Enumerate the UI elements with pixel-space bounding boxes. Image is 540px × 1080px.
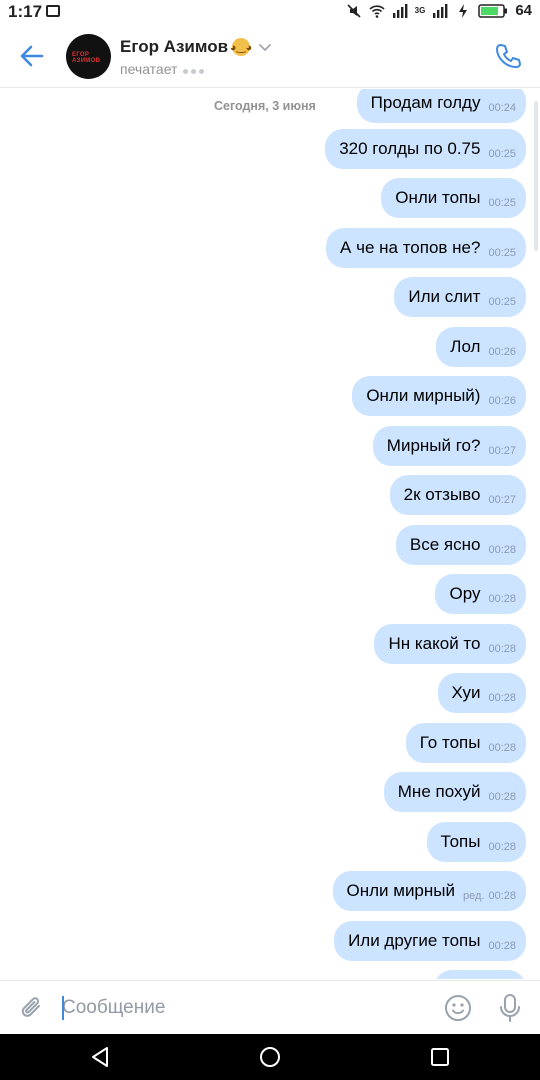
message-text: 320 голды по 0.75 [339, 139, 481, 158]
message-bubble[interactable]: Хуи 00:28 [437, 673, 526, 713]
smile-icon[interactable] [443, 993, 473, 1023]
mute-icon [347, 3, 361, 18]
signal-icon-2 [433, 3, 448, 18]
message-time: 00:28 [488, 742, 516, 754]
message-composer [0, 980, 540, 1034]
message-time: 00:28 [488, 890, 516, 902]
message-time: 00:24 [488, 102, 516, 114]
message-time: 00:25 [488, 296, 516, 308]
nav-home-icon[interactable] [258, 1045, 282, 1069]
message-text: Ору [449, 584, 481, 603]
message-bubble[interactable]: Онли топы 00:25 [381, 178, 526, 218]
scrollbar[interactable] [534, 101, 538, 251]
message-bubble[interactable]: Мирный го? 00:27 [372, 426, 526, 466]
message-bubble[interactable]: Ору 00:28 [435, 574, 526, 614]
message-text: Все ясно [409, 535, 481, 554]
message-text: Нн какой то [388, 634, 481, 653]
message-time: 00:28 [488, 940, 516, 952]
message-text: Мне похуй [397, 782, 481, 801]
message-bubble[interactable]: Или слит 00:25 [394, 277, 526, 317]
message-bubble[interactable]: Мне похуй 00:28 [383, 772, 526, 812]
nav-recents-icon[interactable] [428, 1045, 452, 1069]
message-text: Продам голду [370, 93, 481, 112]
status-bar: 1:17 3G 64 [0, 0, 540, 24]
message-bubble[interactable]: Лол 00:26 [436, 327, 526, 367]
chat-header: ЕГОР АЗИМОВ Егор Азимов ◕‿◕ печатает [0, 24, 540, 88]
status-time: 1:17 [8, 2, 43, 21]
date-separator: Сегодня, 3 июня [214, 99, 316, 113]
battery-icon [478, 3, 508, 18]
contact-name-text: Егор Азимов [120, 37, 229, 56]
message-text: Го топы [419, 733, 481, 752]
message-time: 00:28 [488, 544, 516, 556]
message-time: 00:28 [488, 791, 516, 803]
signal-icon [392, 3, 408, 18]
message-bubble[interactable]: 320 голды по 0.75 00:25 [325, 129, 526, 169]
message-text: Хуи [451, 683, 481, 702]
message-bubble-partial[interactable] [434, 970, 526, 979]
message-time: 00:26 [488, 346, 516, 358]
message-bubble[interactable]: Топы 00:28 [426, 822, 526, 862]
message-time: 00:26 [488, 395, 516, 407]
avatar[interactable]: ЕГОР АЗИМОВ [66, 34, 111, 79]
typing-status-text: печатает [120, 61, 178, 77]
microphone-icon[interactable] [496, 992, 524, 1024]
message-time: 00:28 [488, 692, 516, 704]
message-text: Онли топы [395, 188, 481, 207]
text-cursor [62, 996, 64, 1020]
typing-dots-icon [183, 61, 207, 77]
message-text: 2к отзыво [403, 485, 481, 504]
message-bubble[interactable]: 2к отзыво 00:27 [389, 475, 526, 515]
message-text: Онли мирный [346, 881, 456, 900]
message-input[interactable] [62, 991, 422, 1025]
message-bubble[interactable]: Нн какой то 00:28 [374, 624, 526, 664]
message-text: Онли мирный) [366, 386, 481, 405]
cat-emoji-icon: ◕‿◕ [230, 38, 252, 56]
system-nav-bar [0, 1034, 540, 1080]
message-time: 00:25 [488, 247, 516, 259]
message-bubble[interactable]: Онли мирный ред. 00:28 [332, 871, 526, 911]
message-time: 00:28 [488, 841, 516, 853]
message-edited-label: ред. [463, 890, 485, 902]
message-time: 00:28 [488, 593, 516, 605]
message-text: Лол [450, 337, 481, 356]
typing-status: печатает [120, 61, 207, 77]
phone-icon[interactable] [494, 42, 522, 70]
arrow-left-icon[interactable] [18, 42, 46, 70]
status-icons: 3G 64 [346, 2, 532, 19]
gallery-notification-icon [46, 5, 60, 17]
message-text: А че на топов не? [340, 238, 481, 257]
message-text: Или другие топы [348, 931, 481, 950]
network-type: 3G [414, 6, 426, 15]
message-bubble[interactable]: А че на топов не? 00:25 [326, 228, 526, 268]
nav-back-icon[interactable] [88, 1045, 112, 1069]
message-text: Топы [440, 832, 481, 851]
message-bubble[interactable]: Продам голду 00:24 [356, 89, 526, 123]
message-bubble[interactable]: Или другие топы 00:28 [334, 921, 526, 961]
chevron-down-icon[interactable] [258, 40, 272, 54]
wifi-icon [369, 4, 385, 18]
battery-level: 64 [515, 2, 532, 19]
message-bubble[interactable]: Онли мирный) 00:26 [352, 376, 526, 416]
message-time: 00:28 [488, 643, 516, 655]
contact-name[interactable]: Егор Азимов ◕‿◕ [120, 37, 272, 57]
message-time: 00:25 [488, 148, 516, 160]
message-text: Или слит [408, 287, 481, 306]
avatar-logo-text: ЕГОР АЗИМОВ [72, 52, 101, 64]
message-list[interactable]: Сегодня, 3 июня Продам голду 00:24 320 г… [0, 89, 540, 979]
message-text: Мирный го? [386, 436, 481, 455]
message-time: 00:25 [488, 197, 516, 209]
message-time: 00:27 [488, 494, 516, 506]
paperclip-icon[interactable] [18, 994, 46, 1022]
message-bubble[interactable]: Го топы 00:28 [405, 723, 526, 763]
charging-icon [459, 3, 468, 18]
message-time: 00:27 [488, 445, 516, 457]
message-bubble[interactable]: Все ясно 00:28 [395, 525, 526, 565]
